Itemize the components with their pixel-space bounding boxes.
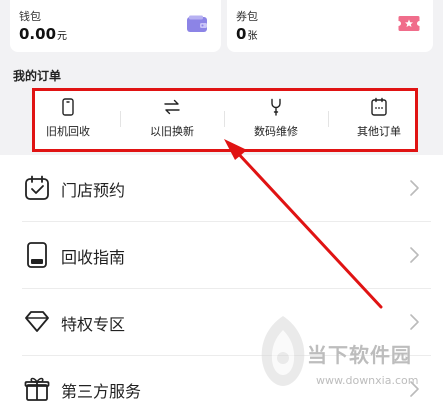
coupon-title: 券包 <box>236 10 258 23</box>
watermark-url: www.downxia.com <box>316 374 419 387</box>
order-item-label: 旧机回收 <box>46 125 90 138</box>
watermark-text: 当下软件园 <box>307 343 412 367</box>
wallet-title: 钱包 <box>19 10 41 23</box>
menu-item-label: 第三方服务 <box>61 382 142 401</box>
wallet-icon <box>187 15 207 32</box>
chevron-right-icon <box>410 314 419 330</box>
watermark-logo-icon <box>261 316 305 386</box>
coupon-card[interactable]: 券包 0张 <box>227 0 433 52</box>
menu-item-label: 门店预约 <box>61 181 126 200</box>
order-divider <box>328 111 329 127</box>
order-item-label: 其他订单 <box>357 125 401 138</box>
order-item-recycle[interactable]: 旧机回收 <box>20 91 116 149</box>
order-item-repair[interactable]: 数码维修 <box>228 91 324 149</box>
menu-list: 门店预约 回收指南 特权专区 第三方服务 <box>0 155 443 409</box>
orders-section-title: 我的订单 <box>13 69 62 83</box>
ticket-icon <box>398 16 420 31</box>
order-item-other[interactable]: 其他订单 <box>331 91 427 149</box>
coupon-count: 0 <box>236 25 247 43</box>
calendar-icon <box>25 175 49 200</box>
wallet-amount: 0.00 <box>19 25 57 43</box>
wrench-icon <box>271 98 281 116</box>
wallet-unit: 元 <box>57 31 68 42</box>
order-item-trade-in[interactable]: 以旧换新 <box>124 91 220 149</box>
orders-panel-highlight: 旧机回收 以旧换新 数码维修 其他订单 <box>32 88 418 152</box>
chevron-right-icon <box>410 247 419 263</box>
menu-item-label: 特权专区 <box>61 315 126 334</box>
guide-icon <box>27 242 47 268</box>
order-divider <box>224 111 225 127</box>
menu-item-label: 回收指南 <box>61 248 126 267</box>
swap-icon <box>164 99 180 115</box>
order-item-label: 以旧换新 <box>150 125 194 138</box>
order-divider <box>120 111 121 127</box>
phone-icon <box>62 98 74 116</box>
wallet-balance: 0.00元 <box>19 25 67 43</box>
order-icon <box>371 97 387 116</box>
coupon-unit: 张 <box>247 31 258 42</box>
gift-icon <box>24 377 50 401</box>
diamond-icon <box>25 311 49 332</box>
menu-item-store-booking[interactable]: 门店预约 <box>0 155 443 221</box>
wallet-card[interactable]: 钱包 0.00元 <box>10 0 221 52</box>
menu-item-recycle-guide[interactable]: 回收指南 <box>0 222 443 288</box>
chevron-right-icon <box>410 180 419 196</box>
order-item-label: 数码维修 <box>254 125 298 138</box>
coupon-balance: 0张 <box>236 25 257 43</box>
